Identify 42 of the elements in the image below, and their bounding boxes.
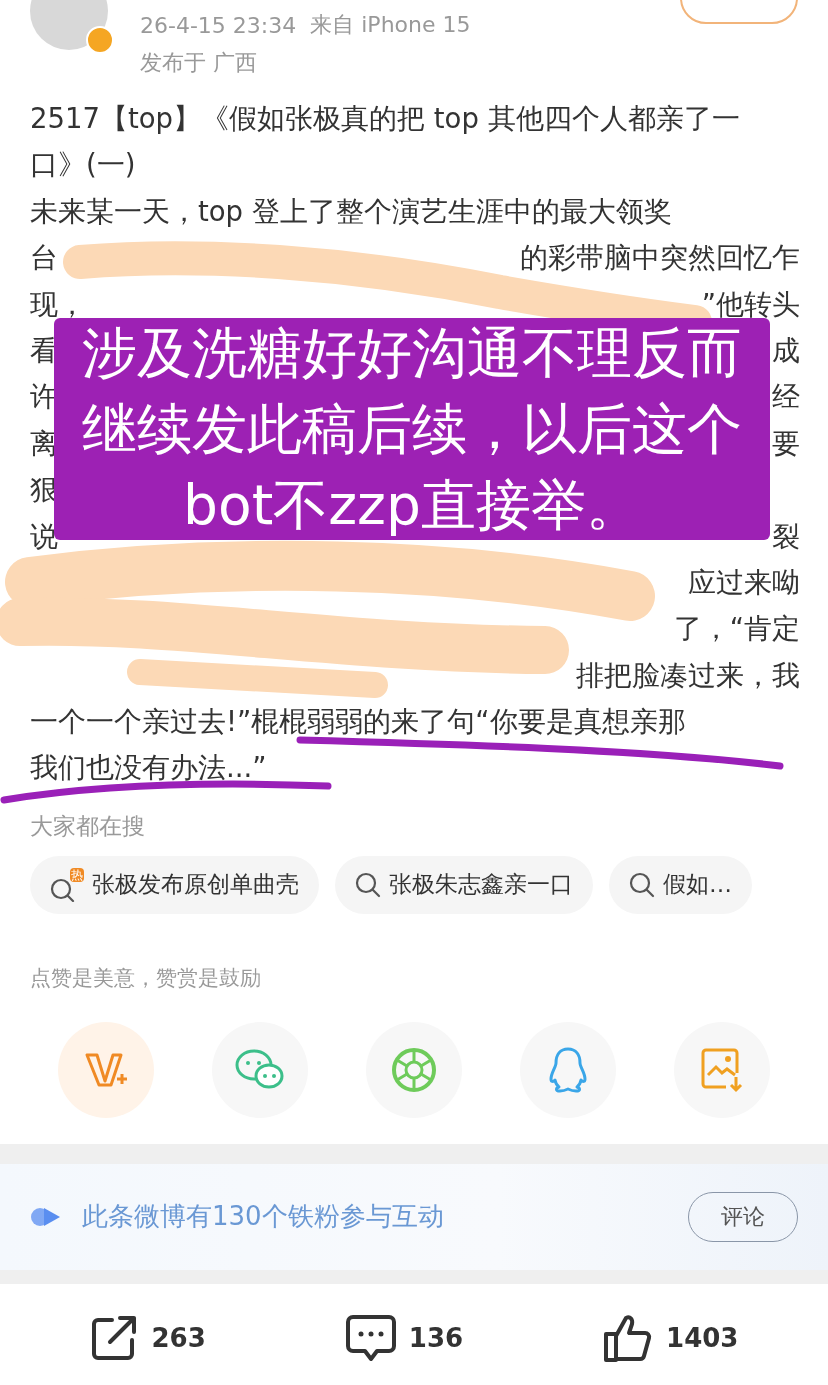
post-text: 口》(一) <box>30 147 136 183</box>
post-text: 离 <box>30 425 58 461</box>
post-location: 发布于 广西 <box>140 49 258 77</box>
search-chip[interactable]: 假如… <box>609 855 752 914</box>
post-text: 了，“肯定 <box>673 611 800 647</box>
post-text: ”他转头 <box>701 286 800 322</box>
post-text: 现， <box>30 286 86 322</box>
post-text: 2517【top】《假如张极真的把 top 其他四个人都亲了一 <box>30 101 740 136</box>
post-text: 我们也没有办法...” <box>30 750 267 786</box>
comment-icon <box>344 1312 397 1363</box>
post-text: 看 <box>30 332 58 368</box>
post-text: 要 <box>772 425 800 461</box>
save-image-icon <box>700 1046 744 1093</box>
post-source: 来自 iPhone 15 <box>310 11 471 39</box>
annotation-text: 涉及洗糖好好沟通不理反而继续发此稿后续，以后这个bot不zzp直接举。 <box>81 320 743 539</box>
fans-icon <box>30 1205 62 1228</box>
action-button[interactable]: 263 <box>89 1313 206 1362</box>
section-title: 大家都在搜 <box>30 812 145 839</box>
post-text: 应过来呦 <box>688 564 800 600</box>
post-text: 狠 <box>30 472 58 508</box>
fans-text: 此条微博有130个铁粉参与互动 <box>82 1200 444 1234</box>
penguin-icon <box>548 1045 588 1094</box>
post-text: 台 <box>30 240 58 276</box>
post-time: 26-4-15 23:34 <box>140 12 297 38</box>
post-text: 成 <box>772 332 800 368</box>
action-button[interactable]: 136 <box>344 1312 464 1363</box>
search-chip[interactable]: 热 张极发布原创单曲壳 <box>30 855 319 914</box>
post-text: 经 <box>772 379 800 415</box>
aperture-icon <box>391 1046 437 1093</box>
post-text: 未来某一天，top 登上了整个演艺生涯中的最大领奖 <box>30 193 672 229</box>
action-button[interactable]: 1403 <box>602 1311 739 1364</box>
post-text: 一个一个亲过去!”棍棍弱弱的来了句“你要是真想亲那 <box>30 704 686 740</box>
reward-caption: 点赞是美意，赞赏是鼓励 <box>30 964 262 992</box>
post-text: 说 <box>30 518 58 554</box>
search-chip[interactable]: 张极朱志鑫亲一口 <box>335 855 593 914</box>
post-text: 排把脸凑过来，我 <box>576 657 800 693</box>
comment-button[interactable]: 评论 <box>688 1191 798 1242</box>
post-text: 许 <box>30 379 58 415</box>
search-icon <box>629 871 655 898</box>
post-text: 裂 <box>772 518 800 554</box>
search-icon <box>355 871 381 898</box>
post-text: 的彩带脑中突然回忆乍 <box>520 240 800 276</box>
